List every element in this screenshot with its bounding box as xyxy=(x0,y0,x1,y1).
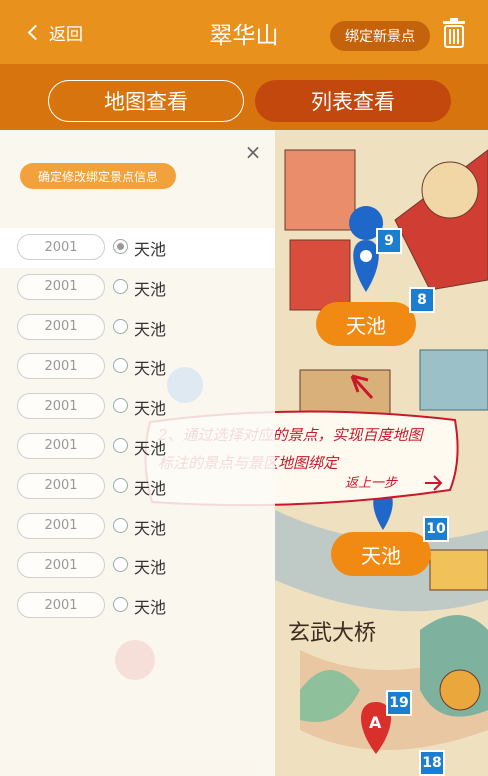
spot-name-label: 天池 xyxy=(134,399,167,419)
map-badge[interactable]: 10 xyxy=(423,516,449,542)
list-item[interactable]: 2001 天池 xyxy=(0,467,275,507)
spot-name-label: 天池 xyxy=(134,319,167,339)
map-badge[interactable]: 19 xyxy=(386,690,412,716)
tab-map-view[interactable]: 地图查看 xyxy=(48,80,244,122)
list-item[interactable]: 2001 天池 xyxy=(0,546,275,586)
spot-name-label: 天池 xyxy=(134,240,167,259)
map-spot-label-bottom[interactable]: 天池 xyxy=(331,532,431,576)
spot-code-field[interactable]: 2001 xyxy=(17,472,105,499)
spot-code-field[interactable]: 2001 xyxy=(17,273,105,300)
spot-code-field[interactable]: 2001 xyxy=(17,234,105,260)
spot-radio[interactable] xyxy=(113,557,128,573)
confirm-binding-button[interactable]: 确定修改绑定景点信息 xyxy=(20,163,176,189)
spot-name-label: 天池 xyxy=(134,359,167,379)
spot-name-label: 天池 xyxy=(134,518,167,538)
spot-code-field[interactable]: 2001 xyxy=(17,552,105,579)
spot-name-label: 天池 xyxy=(134,279,167,299)
spot-radio[interactable] xyxy=(113,477,128,493)
back-label: 返回 xyxy=(49,24,83,45)
spot-radio[interactable] xyxy=(113,517,128,533)
spot-radio[interactable] xyxy=(113,278,128,294)
spot-code-field[interactable]: 2001 xyxy=(17,592,105,619)
spot-code-field[interactable]: 2001 xyxy=(17,512,105,539)
chevron-left-icon xyxy=(27,24,44,40)
map-bridge-text: 玄武大桥 xyxy=(288,621,376,646)
spot-radio[interactable] xyxy=(113,437,128,453)
spot-radio[interactable] xyxy=(113,597,128,613)
bind-new-spot-button[interactable]: 绑定新景点 xyxy=(330,21,430,51)
spot-name-label: 天池 xyxy=(134,438,167,458)
map-spot-label-top[interactable]: 天池 xyxy=(316,302,416,346)
view-tabbar: 地图查看 列表查看 xyxy=(0,64,488,130)
trash-icon[interactable] xyxy=(441,18,467,48)
spot-radio[interactable] xyxy=(113,358,128,374)
list-item[interactable]: 2001 天池 xyxy=(0,507,275,547)
spot-code-field[interactable]: 2001 xyxy=(17,353,105,380)
spot-name-label: 天池 xyxy=(134,478,167,498)
list-item[interactable]: 2001 天池 xyxy=(0,308,275,348)
list-item[interactable]: 2001 天池 xyxy=(0,268,275,308)
back-button[interactable]: 返回 xyxy=(27,18,83,46)
spot-list: 2001 天池 2001 天池 2001 天池 2001 天池 2001 天池 2001 天池 2001… xyxy=(0,228,275,626)
spot-code-field[interactable]: 2001 xyxy=(17,313,105,340)
list-item[interactable]: 2001 天池 xyxy=(0,347,275,387)
close-icon[interactable]: × xyxy=(243,142,263,162)
spot-radio[interactable] xyxy=(113,318,128,334)
pin-a-letter: A xyxy=(369,713,382,732)
tab-list-view[interactable]: 列表查看 xyxy=(255,80,451,122)
map-badge[interactable]: 18 xyxy=(419,750,445,776)
spot-name-label: 天池 xyxy=(134,558,167,578)
map-badge[interactable]: 8 xyxy=(409,287,435,313)
app-header: 返回 翠华山 绑定新景点 xyxy=(0,0,488,64)
spot-code-field[interactable]: 2001 xyxy=(17,393,105,420)
spot-name-label: 天池 xyxy=(134,598,167,618)
spot-select-panel: × 确定修改绑定景点信息 2001 天池 2001 天池 2001 天池 2001 天池 200… xyxy=(0,130,275,776)
annotation-back-step: 返上一步 xyxy=(345,476,398,491)
list-item[interactable]: 2001 天池 xyxy=(0,387,275,427)
map-badge[interactable]: 9 xyxy=(376,228,402,254)
spot-code-field[interactable]: 2001 xyxy=(17,432,105,459)
list-item[interactable]: 2001 天池 xyxy=(0,228,275,268)
spot-radio[interactable] xyxy=(113,398,128,414)
list-item[interactable]: 2001 天池 xyxy=(0,586,275,626)
spot-radio[interactable] xyxy=(113,239,128,254)
list-item[interactable]: 2001 天池 xyxy=(0,427,275,467)
